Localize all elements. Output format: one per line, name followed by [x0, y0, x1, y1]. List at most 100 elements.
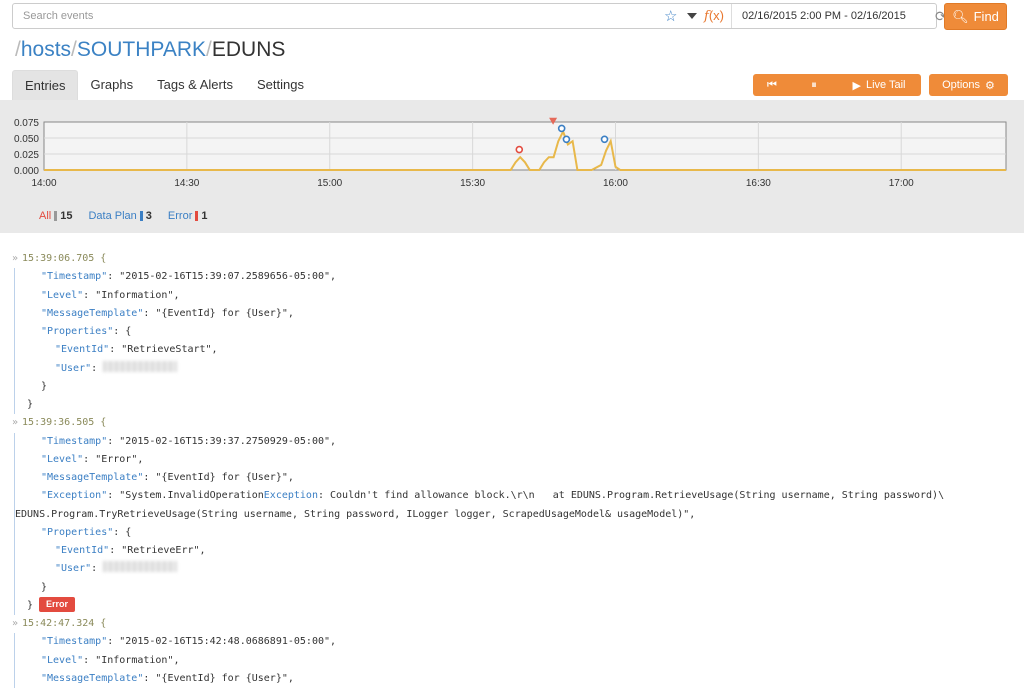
legend-error[interactable]: Error 1 [168, 210, 208, 222]
x-tick-label: 14:00 [31, 178, 56, 189]
live-tail-button[interactable]: ▶ Live Tail [837, 74, 921, 96]
field-key: "Properties" [41, 326, 114, 337]
field-value: : Couldn't find allowance block.\r\n at … [317, 490, 945, 502]
field-key: "MessageTemplate" [41, 307, 144, 319]
field-line: "Level": "Information", [41, 654, 180, 666]
gear-icon: ⚙ [985, 79, 995, 92]
y-tick-label: 0.050 [14, 134, 39, 145]
field-line: "MessageTemplate": "{EventId} for {User}… [41, 307, 294, 319]
log-entry[interactable]: » 15:42:47.324 { "Timestamp": "2015-02-16… [0, 615, 1024, 688]
field-line: "EventId": "RetrieveErr", [55, 545, 206, 556]
legend-data-plan[interactable]: Data Plan 3 [88, 210, 151, 222]
tab-graphs[interactable]: Graphs [78, 70, 145, 100]
caret-down-icon[interactable] [687, 13, 697, 19]
field-value: "2015-02-16T15:39:07.2589656-05:00", [119, 271, 337, 283]
log-entry[interactable]: » 15:39:06.705 { "Timestamp": "2015-02-16… [0, 250, 1024, 415]
field-line: "Level": "Error", [41, 453, 144, 465]
chart-panel: 0.075 0.050 0.025 0.000 14:00 14:30 15:00 15:30… [0, 100, 1024, 233]
brace-line: } [27, 399, 34, 410]
pause-button[interactable]: ⏸︎ [791, 74, 837, 96]
tab-entries[interactable]: Entries [12, 70, 79, 100]
entry-header[interactable]: » 15:39:06.705 { [0, 250, 1024, 268]
tab-bar: Entries Graphs Tags & Alerts Settings [12, 70, 316, 100]
top-bar: ☆ f(x) 02/16/2015 2:00 PM - 02/16/2015 ⟳… [0, 0, 1024, 34]
redacted-value [103, 360, 178, 372]
find-label: Find [973, 9, 999, 24]
playback-controls: ⏮︎ ⏸︎ ▶ Live Tail [753, 74, 921, 96]
legend-data-plan-swatch [139, 211, 143, 221]
event-marker [515, 145, 524, 154]
breadcrumb-current: EDUNS [211, 38, 286, 61]
field-key: "Level" [41, 289, 84, 301]
entry-header[interactable]: » 15:39:36.505 { [0, 414, 1024, 432]
field-value: "{EventId} for {User}", [155, 472, 294, 483]
entry-time: 15:42:47.324 { [22, 618, 107, 629]
legend-all-swatch [54, 211, 58, 221]
legend-data-plan-count: 3 [145, 210, 152, 222]
field-value: "Error", [95, 453, 144, 465]
pause-icon: ⏸︎ [811, 78, 817, 91]
legend-all-count: 15 [60, 210, 73, 222]
entry-body: "Timestamp": "2015-02-16T15:39:07.258965… [14, 268, 1024, 415]
field-key: "EventId" [55, 344, 110, 356]
legend-error-swatch [195, 211, 199, 221]
search-box: ☆ f(x) 02/16/2015 2:00 PM - 02/16/2015 ⟳ [12, 3, 947, 29]
event-marker [562, 135, 571, 144]
field-value: "Information", [95, 289, 180, 301]
legend-all-label: All [39, 210, 52, 222]
breadcrumb-group-link[interactable]: SOUTHPARK [77, 38, 206, 61]
brace-line: } [41, 581, 48, 593]
field-value: EDUNS.Program.TryRetrieveUsage(String us… [15, 508, 696, 520]
entry-header[interactable]: » 15:42:47.324 { [0, 615, 1024, 633]
field-key: "Level" [41, 654, 84, 666]
field-line: "Exception": "System.InvalidOperationExc… [41, 490, 945, 502]
brace-line: } Error [15, 596, 1024, 615]
error-badge[interactable]: Error [39, 596, 76, 612]
x-tick-label: 17:00 [889, 178, 914, 189]
field-line: "Properties": { [41, 526, 132, 538]
legend-all[interactable]: All 15 [39, 210, 72, 222]
find-button[interactable]: 🔍︎ Find [944, 3, 1007, 30]
search-icon: 🔍︎ [952, 8, 969, 24]
field-line: "User": [15, 560, 1024, 578]
field-value: "{EventId} for {User}", [155, 672, 294, 684]
chevron-right-icon: » [12, 618, 19, 629]
date-range-input[interactable]: 02/16/2015 2:00 PM - 02/16/2015 [742, 10, 906, 22]
star-icon[interactable]: ☆ [664, 7, 677, 25]
field-key: "Exception" [41, 490, 108, 502]
legend-error-label: Error [167, 210, 193, 222]
field-line-continued: EDUNS.Program.TryRetrieveUsage(String us… [1, 506, 1024, 524]
brace-line: } [41, 380, 48, 392]
search-input[interactable] [13, 4, 653, 28]
legend-error-count: 1 [201, 210, 208, 222]
log-entry[interactable]: » 15:39:36.505 { "Timestamp": "2015-02-16… [0, 414, 1024, 615]
chevron-right-icon: » [12, 253, 19, 264]
field-value: "RetrieveStart", [121, 344, 218, 356]
field-line: "MessageTemplate": "{EventId} for {User}… [41, 672, 294, 684]
tab-tags-alerts[interactable]: Tags & Alerts [145, 70, 245, 100]
options-button[interactable]: Options ⚙ [929, 74, 1008, 96]
rewind-icon: ⏮︎ [767, 78, 777, 91]
redacted-value [103, 561, 178, 573]
x-tick-label: 15:30 [460, 178, 485, 189]
rewind-button[interactable]: ⏮︎ [753, 74, 791, 96]
field-key: "User" [55, 362, 92, 374]
entry-body: "Timestamp": "2015-02-16T15:39:37.275092… [14, 432, 1024, 615]
x-tick-label: 15:00 [317, 178, 342, 189]
function-button[interactable]: f(x) [704, 8, 724, 24]
field-key: "Timestamp" [41, 271, 108, 283]
x-tick-label: 14:30 [174, 178, 199, 189]
live-tail-label: Live Tail [865, 79, 906, 91]
field-key: "Level" [41, 453, 84, 465]
breadcrumb-hosts-link[interactable]: hosts [21, 38, 71, 61]
tab-settings[interactable]: Settings [245, 70, 316, 100]
field-line: "User": [15, 360, 1024, 378]
field-line: "Properties": { [41, 326, 132, 337]
event-marker [600, 135, 609, 144]
field-line: "EventId": "RetrieveStart", [55, 344, 218, 356]
field-key: "EventId" [55, 545, 110, 556]
field-line: "Level": "Information", [41, 289, 180, 301]
field-key: "MessageTemplate" [41, 472, 144, 483]
play-icon: ▶ [852, 79, 861, 92]
entry-body: "Timestamp": "2015-02-16T15:42:48.068689… [14, 633, 1024, 688]
